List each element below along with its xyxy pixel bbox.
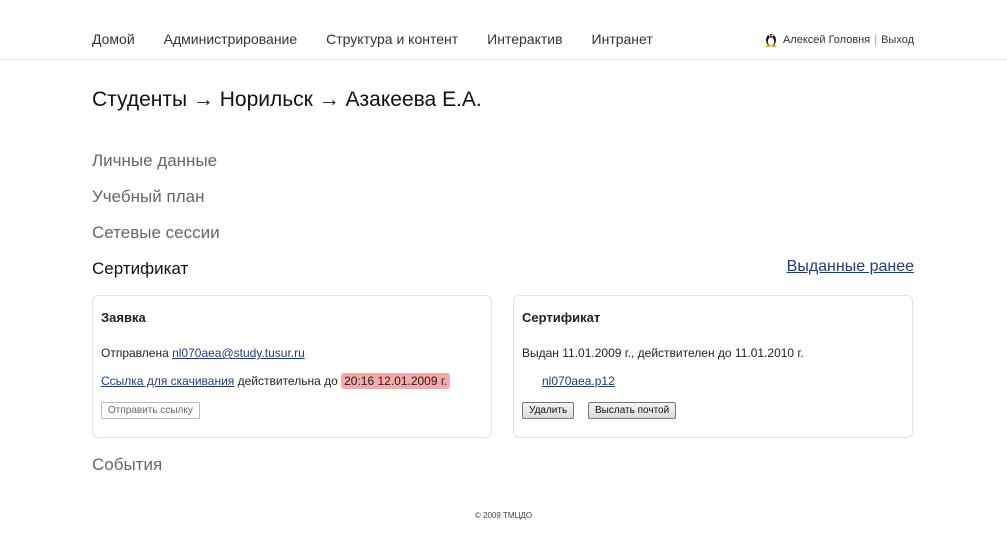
footer-copyright: © 2009 ТМЦДО — [474, 511, 533, 520]
nav-administration[interactable]: Администрирование — [164, 31, 298, 48]
valid-until-badge: 20:16 12.01.2009 г. — [341, 373, 451, 389]
section-personal-data[interactable]: Личные данные — [92, 151, 217, 171]
nav-structure-content[interactable]: Структура и контент — [326, 31, 458, 48]
nav-home[interactable]: Домой — [92, 31, 135, 48]
request-download-row: Ссылка для скачивания действительна до 2… — [101, 373, 451, 389]
send-link-button[interactable]: Отправить ссылку — [101, 402, 200, 419]
user-area: Алексей Головня | Выход — [764, 32, 914, 48]
section-network-sessions[interactable]: Сетевые сессии — [92, 223, 220, 243]
issued-earlier-link[interactable]: Выданные ранее — [787, 258, 914, 276]
request-panel: Заявка Отправлена nl070aea@study.tusur.r… — [92, 295, 492, 438]
request-sent-row: Отправлена nl070aea@study.tusur.ru — [101, 346, 305, 360]
valid-until-text: действительна до — [234, 374, 342, 388]
certificate-panel: Сертификат Выдан 11.01.2009 г., действит… — [513, 295, 913, 438]
main-nav: Домой Администрирование Структура и конт… — [92, 31, 682, 48]
certificate-panel-title: Сертификат — [522, 310, 601, 325]
send-by-mail-button[interactable]: Выслать почтой — [588, 402, 677, 419]
nav-intranet[interactable]: Интранет — [592, 31, 653, 48]
request-panel-title: Заявка — [101, 310, 146, 325]
logout-link[interactable]: Выход — [881, 34, 914, 46]
linux-tux-icon — [764, 31, 778, 47]
section-study-plan[interactable]: Учебный план — [92, 187, 204, 207]
certificate-issued-text: Выдан 11.01.2009 г., действителен до 11.… — [522, 346, 804, 360]
nav-interactive[interactable]: Интерактив — [487, 31, 562, 48]
delete-button[interactable]: Удалить — [522, 402, 575, 419]
section-events[interactable]: События — [92, 455, 162, 475]
certificate-file-row: nl070aea.p12 — [542, 374, 615, 388]
request-sent-prefix: Отправлена — [101, 346, 173, 360]
certificate-file-link[interactable]: nl070aea.p12 — [542, 374, 615, 388]
page-title-breadcrumb: Студенты → Норильск → Азакеева Е.А. — [92, 88, 482, 111]
download-link[interactable]: Ссылка для скачивания — [101, 374, 234, 388]
user-name-link[interactable]: Алексей Головня — [783, 34, 870, 46]
top-bar: Домой Администрирование Структура и конт… — [0, 0, 1007, 60]
section-certificate[interactable]: Сертификат — [92, 259, 188, 279]
request-email-link[interactable]: nl070aea@study.tusur.ru — [172, 346, 305, 360]
user-separator: | — [874, 34, 878, 46]
